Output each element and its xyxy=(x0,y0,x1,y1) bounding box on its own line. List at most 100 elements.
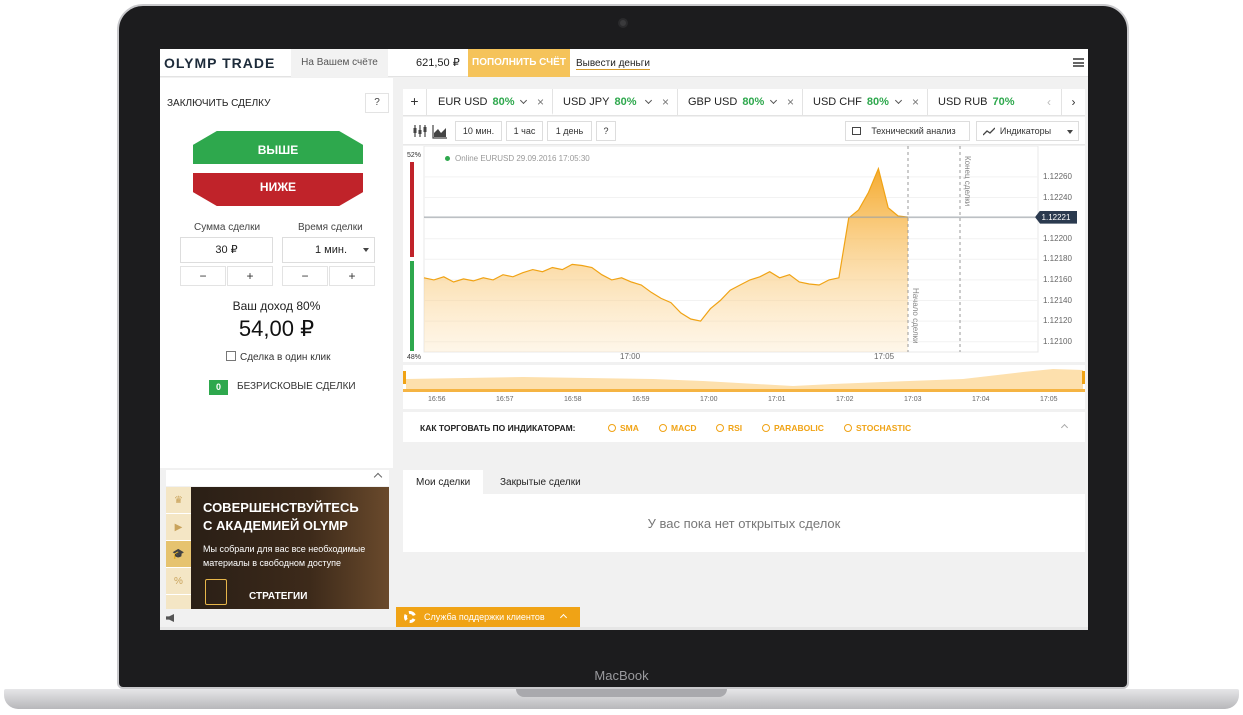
strategy-board-icon xyxy=(205,579,227,605)
income-value: 54,00 ₽ xyxy=(238,316,315,341)
close-icon[interactable]: × xyxy=(662,89,669,115)
crown-icon[interactable]: ♛ xyxy=(166,487,191,514)
chevron-up-icon[interactable] xyxy=(1060,423,1069,432)
navigator-range-bar xyxy=(403,389,1085,392)
tab-usd-chf[interactable]: USD CHF 80% × xyxy=(803,89,928,115)
play-icon[interactable]: ▶ xyxy=(166,514,191,541)
account-label: На Вашем счёте xyxy=(291,49,388,77)
tab-my-deals[interactable]: Мои сделки xyxy=(403,470,484,494)
amount-input[interactable]: 30 ₽ xyxy=(180,237,273,263)
app-screen: OLYMP TRADE На Вашем счёте 621,50 ₽ ПОПО… xyxy=(160,49,1088,630)
indicator-stochastic[interactable]: STOCHASTIC xyxy=(844,423,911,433)
indicator-sma[interactable]: SMA xyxy=(608,423,639,433)
indicator-rsi[interactable]: RSI xyxy=(716,423,742,433)
promo-text: Мы собрали для вас все необходимые матер… xyxy=(203,544,366,568)
interval-1h-button[interactable]: 1 час xyxy=(506,121,543,141)
indicators-strip: КАК ТОРГОВАТЬ ПО ИНДИКАТОРАМ: SMA MACD R… xyxy=(403,412,1085,442)
sound-icon[interactable] xyxy=(166,614,174,622)
chevron-down-icon[interactable] xyxy=(894,96,903,105)
logo[interactable]: OLYMP TRADE xyxy=(164,55,275,71)
tech-analysis-button[interactable]: Технический анализ xyxy=(845,121,970,141)
nav-tick: 17:03 xyxy=(904,396,922,403)
tab-usd-rub[interactable]: USD RUB 70% xyxy=(928,89,1038,115)
navigator-canvas[interactable] xyxy=(403,365,1085,395)
camera xyxy=(618,18,628,28)
tab-gbp-usd[interactable]: GBP USD 80% × xyxy=(678,89,803,115)
promo-collapse-bar[interactable] xyxy=(166,470,389,486)
time-increase-button[interactable]: + xyxy=(329,266,375,286)
caret-down-icon xyxy=(1067,130,1073,134)
y-tick: 1.12200 xyxy=(1043,233,1072,243)
chart-navigator[interactable]: 16:56 16:57 16:58 16:59 17:00 17:01 17:0… xyxy=(403,365,1085,409)
income-label: Ваш доход 80% xyxy=(232,299,321,313)
interval-10min-button[interactable]: 10 мин. xyxy=(455,121,502,141)
sentiment-bottom-pct: 48% xyxy=(407,354,422,361)
tabs-next-button[interactable]: › xyxy=(1061,89,1085,115)
time-select[interactable]: 1 мин. xyxy=(282,237,375,263)
indicator-macd[interactable]: MACD xyxy=(659,423,697,433)
academy-promo-banner[interactable]: СОВЕРШЕНСТВУЙТЕСЬ С АКАДЕМИЕЙ OLYMP Мы со… xyxy=(191,487,389,609)
nav-tick: 17:05 xyxy=(1040,396,1058,403)
amount-increase-button[interactable]: + xyxy=(227,266,273,286)
navigator-left-handle[interactable] xyxy=(403,371,406,384)
nav-tick: 17:02 xyxy=(836,396,854,403)
tab-usd-jpy[interactable]: USD JPY 80% × xyxy=(553,89,678,115)
deals-empty-message: У вас пока нет открытых сделок xyxy=(647,516,841,531)
indicators-title: КАК ТОРГОВАТЬ ПО ИНДИКАТОРАМ: xyxy=(420,423,576,433)
time-decrease-button[interactable]: − xyxy=(282,266,328,286)
laptop-brand: MacBook xyxy=(594,668,649,683)
header: OLYMP TRADE На Вашем счёте 621,50 ₽ ПОПО… xyxy=(160,49,1088,77)
tabs-prev-button[interactable]: ‹ xyxy=(1037,89,1061,115)
amount-decrease-button[interactable]: − xyxy=(180,266,226,286)
higher-button[interactable]: ВЫШЕ xyxy=(193,131,363,164)
y-tick: 1.12240 xyxy=(1043,192,1072,202)
area-chart-icon[interactable] xyxy=(431,121,449,141)
trade-panel-title: ЗАКЛЮЧИТЬ СДЕЛКУ xyxy=(167,98,271,109)
graduation-cap-icon[interactable]: 🎓 xyxy=(166,541,191,568)
time-label: Время сделки xyxy=(298,222,363,233)
candles-icon[interactable] xyxy=(411,121,429,141)
price-chart[interactable]: 52% 48% Online EURUSD 29.09.2016 17:05:3… xyxy=(403,146,1085,362)
add-asset-button[interactable]: + xyxy=(403,89,427,115)
close-icon[interactable]: × xyxy=(787,89,794,115)
online-dot-icon xyxy=(445,156,450,161)
navigator-right-handle[interactable] xyxy=(1082,371,1085,384)
chevron-up-icon[interactable] xyxy=(373,472,383,482)
tab-eur-usd[interactable]: EUR USD 80% × xyxy=(428,89,553,115)
close-icon[interactable]: × xyxy=(537,89,544,115)
nav-tick: 16:59 xyxy=(632,396,650,403)
percent-icon[interactable]: % xyxy=(166,568,191,595)
hamburger-menu-icon[interactable] xyxy=(1073,58,1084,67)
window-icon xyxy=(852,127,861,135)
interval-1d-button[interactable]: 1 день xyxy=(547,121,592,141)
sentiment-top-pct: 52% xyxy=(407,152,422,159)
indicator-parabolic[interactable]: PARABOLIC xyxy=(762,423,824,433)
one-click-checkbox[interactable]: Сделка в один клик xyxy=(226,351,331,363)
laptop-notch xyxy=(516,689,727,697)
indicators-dropdown[interactable]: Индикаторы xyxy=(976,121,1079,141)
checkbox-icon[interactable] xyxy=(226,351,236,361)
support-button[interactable]: Служба поддержки клиентов xyxy=(396,607,580,627)
tab-closed-deals[interactable]: Закрытые сделки xyxy=(487,470,594,494)
trade-panel: ЗАКЛЮЧИТЬ СДЕЛКУ ? ВЫШЕ НИЖЕ Сумма сделк… xyxy=(160,78,393,468)
lower-button[interactable]: НИЖЕ xyxy=(193,173,363,206)
risk-free-deals-link[interactable]: БЕЗРИСКОВЫЕ СДЕЛКИ xyxy=(237,381,356,392)
strategies-link[interactable]: СТРАТЕГИИ xyxy=(249,591,307,602)
trade-help-button[interactable]: ? xyxy=(365,93,389,113)
one-click-label: Сделка в один клик xyxy=(240,352,331,363)
chevron-down-icon[interactable] xyxy=(519,96,528,105)
close-icon[interactable]: × xyxy=(912,89,919,115)
x-tick: 17:05 xyxy=(874,352,895,361)
online-status: Online EURUSD 29.09.2016 17:05:30 xyxy=(445,154,590,163)
amount-label: Сумма сделки xyxy=(194,222,261,233)
withdraw-link[interactable]: Вывести деньги xyxy=(576,58,650,70)
chevron-down-icon[interactable] xyxy=(644,96,653,105)
deposit-button[interactable]: ПОПОЛНИТЬ СЧЁТ xyxy=(468,49,570,77)
chart-canvas[interactable] xyxy=(403,146,1085,362)
sentiment-up-bar xyxy=(410,261,414,351)
nav-tick: 16:56 xyxy=(428,396,446,403)
nav-tick: 17:01 xyxy=(768,396,786,403)
chevron-down-icon[interactable] xyxy=(769,96,778,105)
chart-help-button[interactable]: ? xyxy=(596,121,616,141)
trend-icon xyxy=(983,127,995,136)
